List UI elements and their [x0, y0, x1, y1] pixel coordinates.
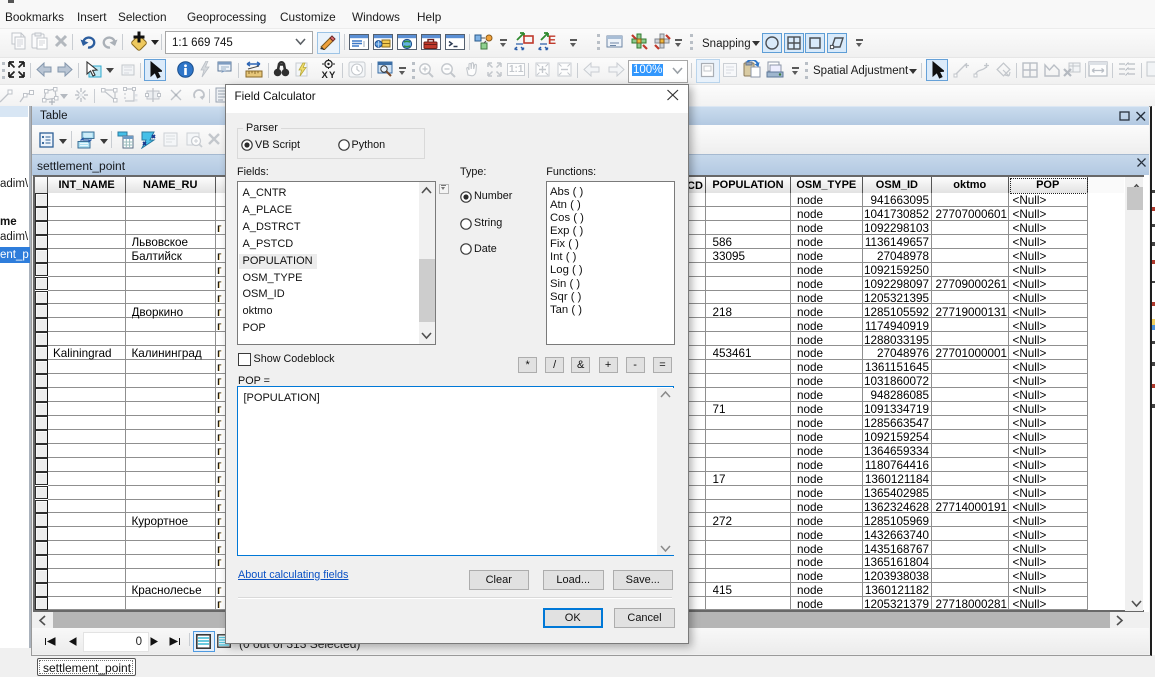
- svg-text:X: X: [322, 70, 329, 80]
- svg-text:Y: Y: [329, 70, 336, 80]
- svg-text:E: E: [548, 33, 556, 47]
